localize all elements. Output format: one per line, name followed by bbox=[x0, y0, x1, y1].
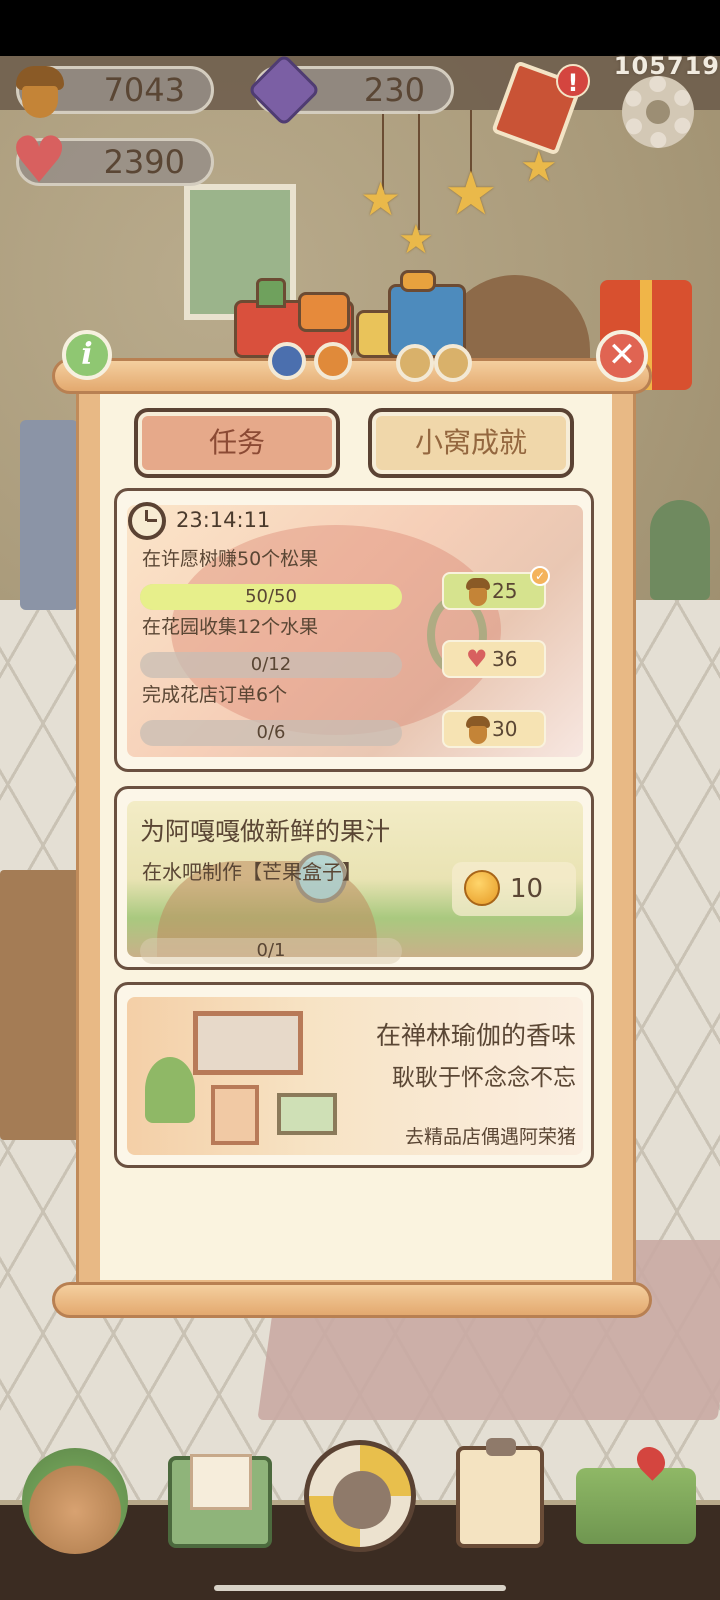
gear-counter-text: 105719 bbox=[613, 52, 720, 80]
bell-icon bbox=[464, 870, 500, 906]
task-title: 完成花店订单6个 bbox=[142, 684, 288, 706]
star-string bbox=[418, 110, 420, 230]
alert-badge: ! bbox=[556, 64, 590, 98]
task-progress-text: 0/12 bbox=[250, 654, 292, 675]
task-progress-text: 0/6 bbox=[256, 722, 286, 743]
small-frame-illustration bbox=[211, 1085, 259, 1145]
info-button[interactable]: i bbox=[62, 330, 112, 380]
toy-train-illustration bbox=[228, 270, 478, 388]
story-task-title: 为阿嘎嘎做新鲜的果汁 bbox=[140, 817, 391, 846]
reward-amount: 30 bbox=[492, 717, 518, 741]
home-nav-icon[interactable] bbox=[22, 1448, 128, 1554]
event-subtitle: 耿耿于怀念念不忘 bbox=[392, 1065, 576, 1091]
event-title: 在禅林瑜伽的香味 bbox=[375, 1021, 576, 1050]
heart-icon: ♥ bbox=[10, 124, 68, 198]
hanging-star-icon: ★ bbox=[360, 172, 402, 226]
acorn-icon bbox=[12, 62, 68, 120]
portrait-frame-illustration bbox=[193, 1011, 303, 1075]
task-title: 在花园收集12个水果 bbox=[142, 616, 319, 638]
gear-center bbox=[646, 100, 670, 124]
task-title: 在许愿树赚50个松果 bbox=[142, 548, 319, 570]
reward-amount: 36 bbox=[492, 647, 518, 671]
hanging-star-icon: ★ bbox=[444, 159, 498, 229]
task-progress-text: 50/50 bbox=[245, 586, 297, 607]
scroll-rod-bottom bbox=[52, 1282, 652, 1318]
friends-nav-icon[interactable] bbox=[304, 1440, 416, 1552]
story-reward-amount: 10 bbox=[510, 874, 544, 904]
story-progress-text: 0/1 bbox=[256, 940, 286, 961]
event-action-link[interactable]: 去精品店偶遇阿荣猪 bbox=[316, 1122, 576, 1149]
map-nav-icon[interactable] bbox=[576, 1441, 696, 1544]
status-bar bbox=[0, 0, 720, 56]
clipboard-tasks-nav-icon[interactable] bbox=[456, 1438, 544, 1548]
drawer-shelf-furniture bbox=[20, 420, 78, 610]
home-indicator bbox=[214, 1585, 506, 1591]
hanging-star-icon: ★ bbox=[398, 217, 434, 263]
task-reward-button[interactable]: 30 bbox=[442, 710, 546, 748]
story-reward[interactable]: 10 bbox=[452, 862, 576, 916]
dresser-furniture bbox=[0, 870, 80, 1140]
heart-icon: ♥ bbox=[466, 645, 488, 673]
task-reward-button[interactable]: ♥ 36 bbox=[442, 640, 546, 678]
reward-amount: 25 bbox=[492, 579, 518, 603]
close-button[interactable]: ✕ bbox=[596, 330, 648, 382]
check-icon: ✓ bbox=[530, 566, 550, 586]
daily-timer: 23:14:11 bbox=[176, 508, 271, 532]
tab-tasks[interactable]: 任务 bbox=[134, 408, 340, 478]
potted-plant-illustration bbox=[145, 1057, 195, 1123]
tab-home-achievements[interactable]: 小窝成就 bbox=[368, 408, 574, 478]
acorn-icon bbox=[466, 578, 490, 606]
story-task-subtitle: 在水吧制作【芒果盒子】 bbox=[142, 860, 362, 884]
acorn-icon bbox=[466, 716, 490, 744]
potted-plant-decoration bbox=[650, 500, 710, 600]
mail-nav-icon[interactable] bbox=[168, 1454, 272, 1548]
